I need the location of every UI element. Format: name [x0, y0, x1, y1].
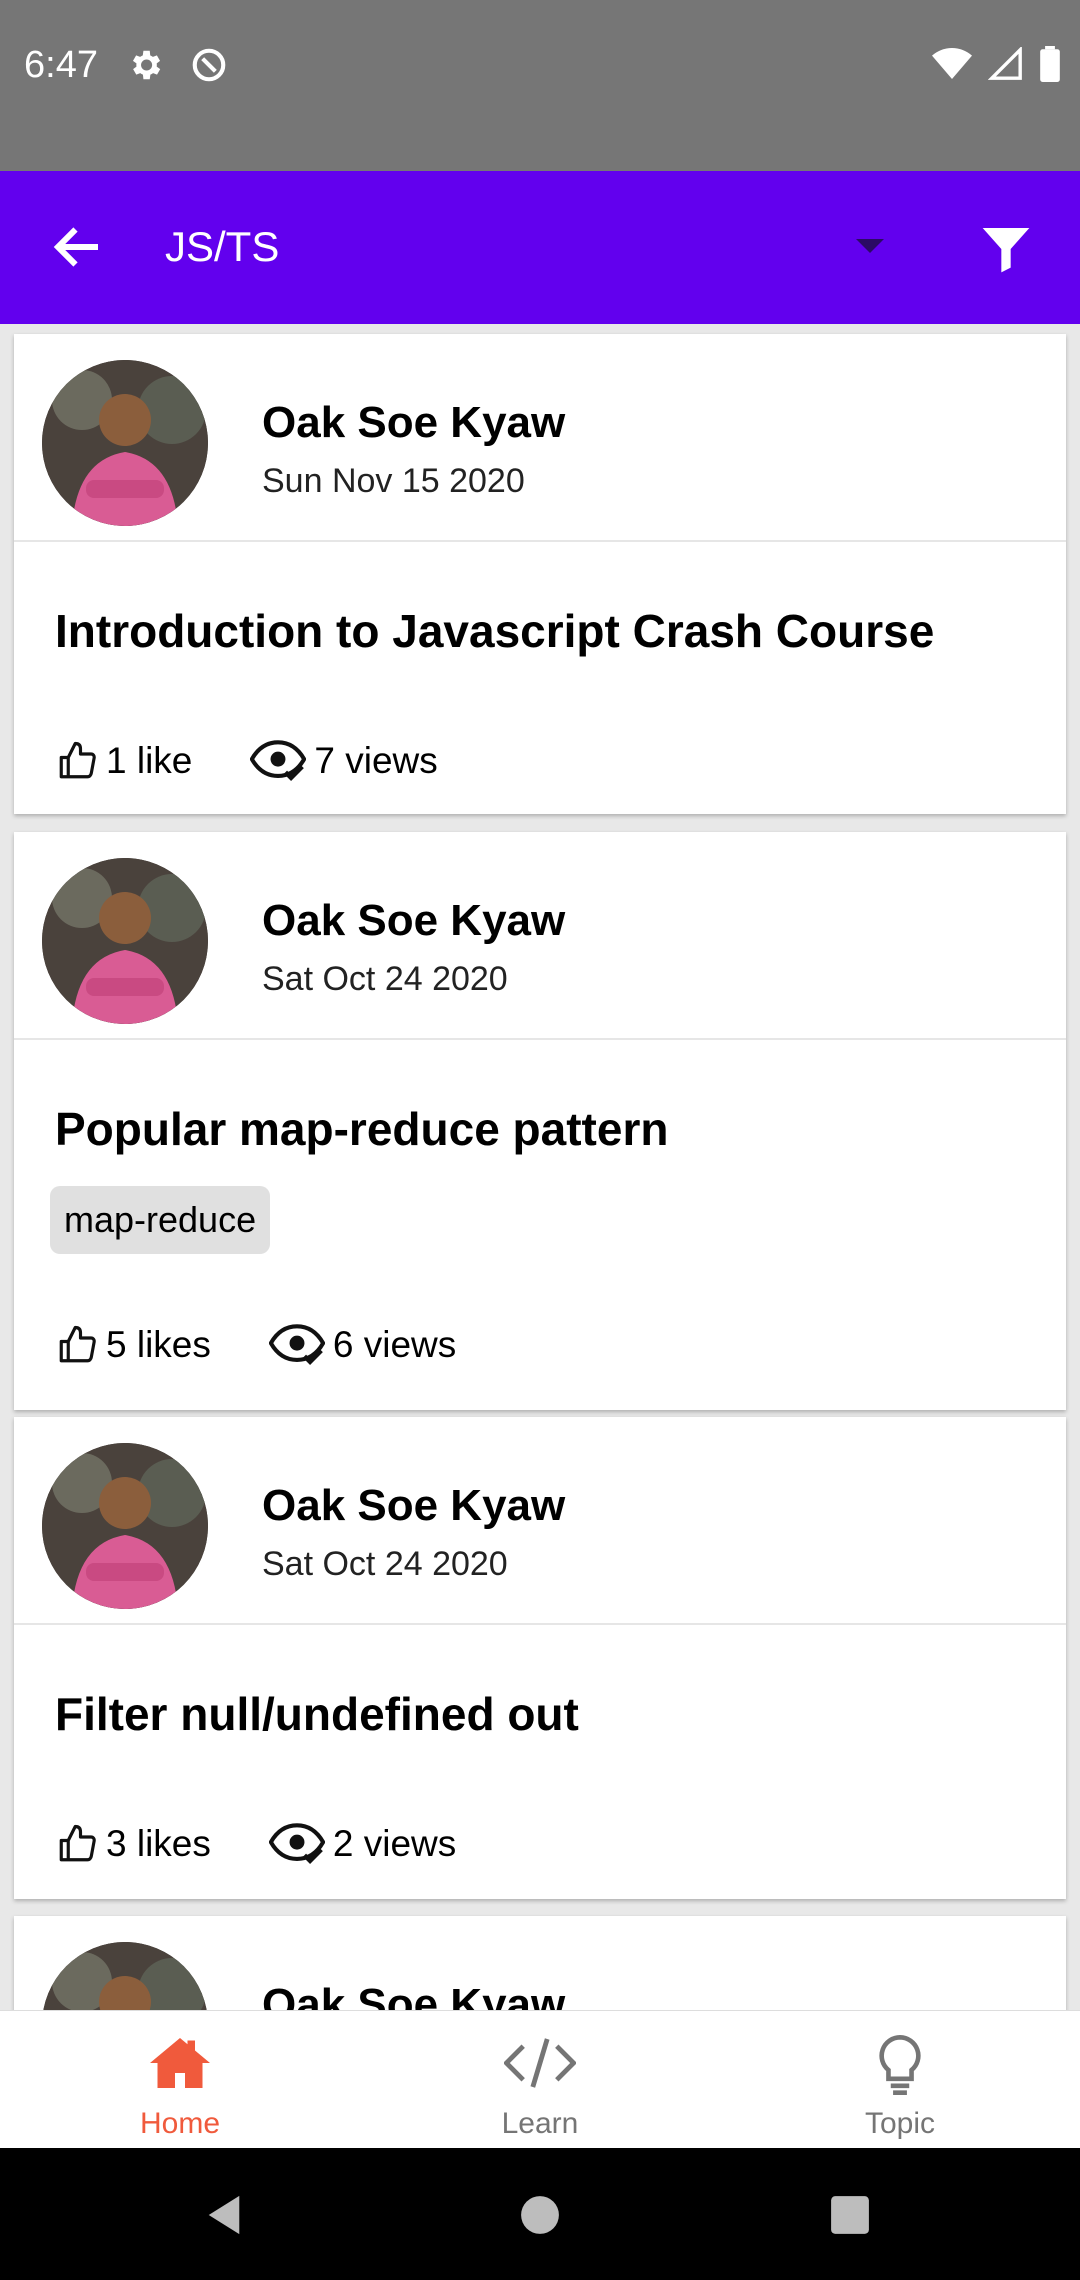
settings-icon — [132, 50, 161, 80]
eye-check-icon — [250, 740, 307, 781]
recents-square-icon[interactable] — [829, 2194, 871, 2236]
lightbulb-icon — [879, 2035, 921, 2095]
post-stats: 1 like 7 views — [56, 740, 438, 782]
post-title[interactable]: Filter null/undefined out — [55, 1687, 579, 1741]
nav-learn[interactable]: Learn — [360, 2011, 720, 2149]
nav-label: Learn — [501, 2107, 579, 2140]
views-count: 6 views — [332, 1324, 457, 1365]
post-stats: 5 likes 6 views — [56, 1324, 456, 1366]
topic-selector[interactable]: JS/TS — [165, 223, 279, 271]
post-header: Oak Soe Kyaw — [14, 1916, 1066, 2010]
post-card[interactable]: Oak Soe Kyaw Sat Oct 24 2020 Filter null… — [14, 1417, 1066, 1899]
avatar[interactable] — [42, 1443, 208, 1609]
nav-home[interactable]: Home — [0, 2011, 360, 2149]
nav-label: Topic — [864, 2107, 936, 2140]
home-icon — [150, 2038, 210, 2088]
post-card[interactable]: Oak Soe Kyaw Sat Oct 24 2020 Popular map… — [14, 832, 1066, 1410]
author-name[interactable]: Oak Soe Kyaw — [262, 398, 565, 448]
signal-icon — [988, 47, 1022, 80]
post-card[interactable]: Oak Soe Kyaw Sun Nov 15 2020 Introductio… — [14, 334, 1066, 814]
filter-icon[interactable] — [978, 221, 1034, 277]
author-name[interactable]: Oak Soe Kyaw — [262, 1481, 565, 1531]
author-name[interactable]: Oak Soe Kyaw — [262, 1980, 565, 2010]
post-header: Oak Soe Kyaw Sat Oct 24 2020 — [14, 1417, 1066, 1625]
eye-check-icon — [268, 1823, 325, 1864]
post-header: Oak Soe Kyaw Sun Nov 15 2020 — [14, 334, 1066, 542]
avatar[interactable] — [42, 1942, 208, 2010]
post-card[interactable]: Oak Soe Kyaw — [14, 1916, 1066, 2010]
like-button[interactable]: 5 likes — [56, 1324, 211, 1366]
post-header: Oak Soe Kyaw Sat Oct 24 2020 — [14, 832, 1066, 1040]
post-title[interactable]: Popular map-reduce pattern — [55, 1102, 668, 1156]
post-date: Sun Nov 15 2020 — [262, 462, 525, 500]
likes-count: 5 likes — [106, 1324, 211, 1365]
home-circle-icon[interactable] — [519, 2194, 561, 2236]
post-date: Sat Oct 24 2020 — [262, 1545, 508, 1583]
post-stats: 3 likes 2 views — [56, 1823, 456, 1865]
avatar[interactable] — [42, 360, 208, 526]
back-arrow-icon[interactable] — [48, 217, 108, 277]
views-stat: 2 views — [268, 1823, 457, 1865]
system-navigation-bar — [0, 2148, 1080, 2280]
nav-topic[interactable]: Topic — [720, 2011, 1080, 2149]
app-bar: JS/TS — [0, 171, 1080, 324]
wifi-icon — [932, 48, 972, 79]
post-date: Sat Oct 24 2020 — [262, 960, 508, 998]
author-name[interactable]: Oak Soe Kyaw — [262, 896, 565, 946]
views-stat: 6 views — [268, 1324, 457, 1366]
bottom-navigation: Home Learn Topic — [0, 2010, 1080, 2149]
thumbs-up-icon — [59, 1824, 96, 1862]
status-bar: 6:47 — [0, 0, 1080, 171]
thumbs-up-icon — [59, 1325, 96, 1363]
nav-label: Home — [139, 2107, 221, 2140]
code-icon — [504, 2038, 576, 2088]
back-triangle-icon[interactable] — [204, 2194, 244, 2236]
eye-check-icon — [268, 1324, 325, 1365]
like-button[interactable]: 3 likes — [56, 1823, 211, 1865]
likes-count: 1 like — [106, 740, 193, 781]
post-feed[interactable]: Oak Soe Kyaw Sun Nov 15 2020 Introductio… — [0, 324, 1080, 2010]
data-saver-icon — [192, 48, 226, 82]
like-button[interactable]: 1 like — [56, 740, 192, 782]
post-title[interactable]: Introduction to Javascript Crash Course — [55, 604, 934, 658]
tag-chip[interactable]: map-reduce — [50, 1186, 271, 1254]
views-count: 7 views — [314, 740, 438, 781]
dropdown-caret-icon[interactable] — [856, 239, 884, 253]
likes-count: 3 likes — [106, 1823, 211, 1864]
thumbs-up-icon — [59, 741, 96, 779]
avatar[interactable] — [42, 858, 208, 1024]
status-time: 6:47 — [24, 44, 98, 86]
views-count: 2 views — [332, 1823, 457, 1864]
battery-icon — [1040, 46, 1060, 82]
views-stat: 7 views — [250, 740, 438, 782]
